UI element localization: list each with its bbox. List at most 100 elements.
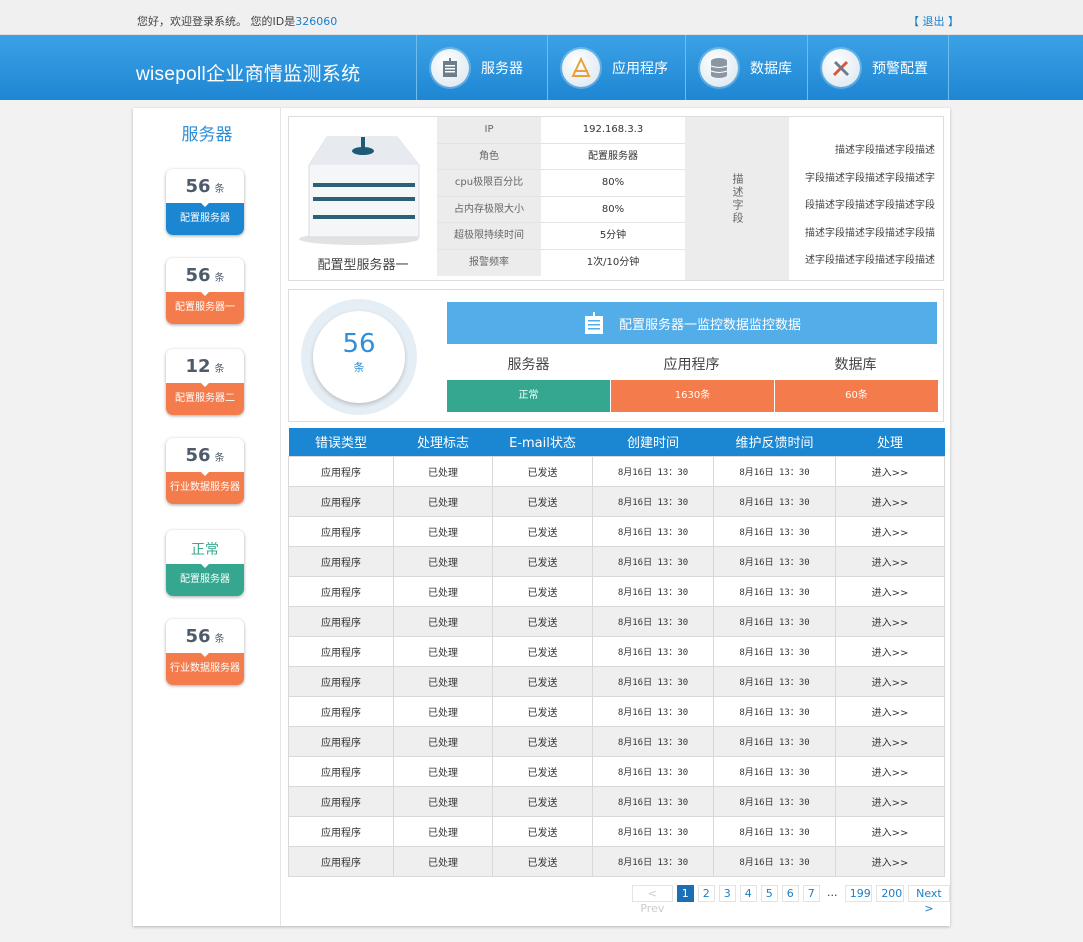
table-row: 应用程序 已处理 已发送 8月16日 13：30 8月16日 13：30 进入>> (288, 485, 945, 517)
enter-link[interactable]: 进入>> (835, 515, 945, 547)
page-button[interactable]: 3 (718, 885, 736, 902)
enter-link[interactable]: 进入>> (835, 485, 945, 517)
table-row: 应用程序 已处理 已发送 8月16日 13：30 8月16日 13：30 进入>> (288, 785, 945, 817)
enter-link[interactable]: 进入>> (835, 455, 945, 487)
cell-email-status: 已发送 (492, 545, 593, 577)
page-button[interactable]: 199 (844, 885, 873, 902)
spec-value: 5分钟 (599, 230, 627, 241)
page-button[interactable]: 1 (676, 885, 694, 902)
monitor-status-server[interactable]: 正常 (447, 380, 610, 412)
page-button[interactable]: 2 (697, 885, 715, 902)
page-button[interactable]: 7 (802, 885, 820, 902)
enter-link[interactable]: 进入>> (835, 695, 945, 727)
card-count: 12 条 (185, 356, 225, 377)
enter-link[interactable]: 进入>> (835, 665, 945, 697)
cell-email-status: 已发送 (492, 815, 593, 847)
spec-key: 角色 (437, 143, 541, 169)
description-line: 述字段描述字段描述字段描述 (805, 255, 935, 266)
table-row: 应用程序 已处理 已发送 8月16日 13：30 8月16日 13：30 进入>> (288, 605, 945, 637)
nav-label: 应用程序 (612, 60, 668, 77)
cell-created-time: 8月16日 13：30 (592, 755, 714, 787)
cell-email-status: 已发送 (492, 485, 593, 517)
card-label: 配置服务器 (166, 563, 244, 596)
page-ellipsis: ... (823, 885, 841, 902)
sidebar-card-industry-server[interactable]: 56 条 行业数据服务器 (166, 438, 244, 504)
col-header: 处理 (835, 428, 945, 456)
brand-title: wisepoll企业商情监测系统 (136, 64, 361, 85)
nav-item-server[interactable]: 服务器 (416, 35, 547, 100)
monitor-col-label: 数据库 (834, 357, 877, 373)
nav-label: 数据库 (750, 60, 792, 77)
table-row: 应用程序 已处理 已发送 8月16日 13：30 8月16日 13：30 进入>> (288, 845, 945, 877)
cell-email-status: 已发送 (492, 515, 593, 547)
enter-link[interactable]: 进入>> (835, 575, 945, 607)
sidebar-card-config-server-1[interactable]: 56 条 配置服务器一 (166, 258, 244, 324)
cell-feedback-time: 8月16日 13：30 (713, 485, 836, 517)
gauge-unit: 条 (353, 361, 365, 374)
cell-handle-flag: 已处理 (393, 695, 493, 727)
card-label: 配置服务器二 (166, 382, 244, 415)
sidebar-card-config-server-2[interactable]: 12 条 配置服务器二 (166, 349, 244, 415)
enter-link[interactable]: 进入>> (835, 815, 945, 847)
description-label: 描述字段 (685, 117, 789, 280)
card-label: 配置服务器 (166, 202, 244, 235)
cell-created-time: 8月16日 13：30 (592, 695, 714, 727)
spec-row: 占内存极限大小 80% (437, 196, 685, 223)
monitor-panel: 56 条 配置服务器一监控数据监控数据 服务器 应用程序 数据库 正常 1630… (288, 289, 944, 422)
spec-value: 配置服务器 (588, 150, 638, 162)
page-button[interactable]: 5 (760, 885, 778, 902)
cell-handle-flag: 已处理 (393, 755, 493, 787)
prev-button[interactable]: < Prev (632, 885, 673, 915)
page-button[interactable]: 4 (739, 885, 757, 902)
cell-email-status: 已发送 (492, 605, 593, 637)
cell-feedback-time: 8月16日 13：30 (713, 815, 836, 847)
sidebar-card-industry-server-2[interactable]: 56 条 行业数据服务器 (166, 619, 244, 685)
nav-item-app[interactable]: 应用程序 (547, 35, 685, 100)
enter-link[interactable]: 进入>> (835, 755, 945, 787)
server-name: 配置型服务器一 (317, 258, 409, 273)
next-button[interactable]: Next > (907, 885, 950, 915)
spec-key: 报警频率 (437, 249, 541, 276)
description-line: 字段描述字段描述字段描述字 (805, 172, 935, 184)
monitor-status-app[interactable]: 1630条 (611, 380, 774, 412)
monitor-status-database[interactable]: 60条 (775, 380, 938, 412)
cell-error-type: 应用程序 (288, 575, 394, 607)
monitor-title: 配置服务器一监控数据监控数据 (618, 317, 801, 333)
spec-key: 超极限持续时间 (437, 223, 541, 249)
page-button[interactable]: 6 (781, 885, 799, 902)
spec-row: 超极限持续时间 5分钟 (437, 223, 685, 250)
database-icon (700, 48, 738, 87)
sidebar-card-config-server-status[interactable]: 正常 配置服务器 (166, 530, 244, 596)
cell-email-status: 已发送 (492, 635, 593, 667)
header: wisepoll企业商情监测系统 服务器 应用程序 数据库 预警配置 (0, 35, 1083, 100)
cell-feedback-time: 8月16日 13：30 (713, 605, 836, 637)
card-count: 56 条 (185, 265, 225, 286)
enter-link[interactable]: 进入>> (835, 845, 945, 877)
logout-link[interactable]: 【 退出 】 (908, 13, 959, 29)
col-header: 维护反馈时间 (713, 428, 836, 456)
cell-email-status: 已发送 (492, 845, 593, 877)
cell-feedback-time: 8月16日 13：30 (713, 515, 836, 547)
page-button[interactable]: 200 (876, 885, 904, 902)
sidebar-card-config-server[interactable]: 56 条 配置服务器 (166, 169, 244, 235)
enter-link[interactable]: 进入>> (835, 545, 945, 577)
table-row: 应用程序 已处理 已发送 8月16日 13：30 8月16日 13：30 进入>> (288, 815, 945, 847)
cell-error-type: 应用程序 (288, 635, 394, 667)
enter-link[interactable]: 进入>> (835, 725, 945, 757)
enter-link[interactable]: 进入>> (835, 635, 945, 667)
table-row: 应用程序 已处理 已发送 8月16日 13：30 8月16日 13：30 进入>> (288, 545, 945, 577)
cell-created-time: 8月16日 13：30 (592, 845, 714, 877)
spec-value: 1次/10分钟 (586, 256, 640, 268)
pagination: < Prev 1 2 3 4 5 6 7 ... 199 200 Next > (632, 885, 950, 915)
nav-item-alert-config[interactable]: 预警配置 (807, 35, 948, 100)
cell-email-status: 已发送 (492, 725, 593, 757)
card-status: 正常 (191, 542, 219, 558)
cell-error-type: 应用程序 (288, 455, 394, 487)
nav-item-database[interactable]: 数据库 (685, 35, 807, 100)
enter-link[interactable]: 进入>> (835, 605, 945, 637)
cell-handle-flag: 已处理 (393, 605, 493, 637)
cell-handle-flag: 已处理 (393, 785, 493, 817)
enter-link[interactable]: 进入>> (835, 785, 945, 817)
description-text: 描述字段描述字段描述 字段描述字段描述字段描述字 段描述字段描述字段描述字段 描… (799, 137, 935, 275)
monitor-col-label: 应用程序 (663, 357, 720, 373)
